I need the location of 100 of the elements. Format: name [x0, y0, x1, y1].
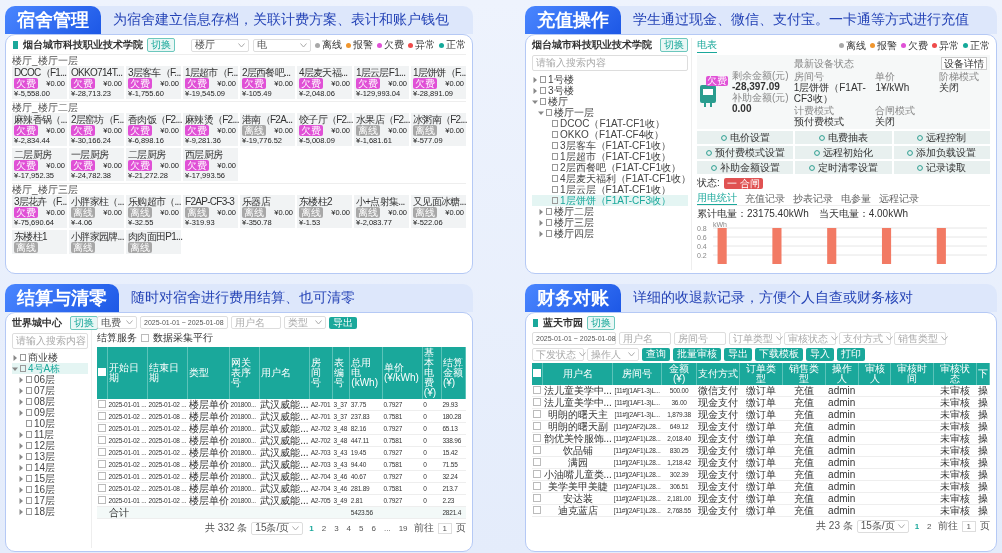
building-select[interactable]: 楼厅	[191, 38, 249, 52]
row-checkbox[interactable]	[533, 506, 542, 514]
sub-tab[interactable]: 电参量	[841, 192, 871, 205]
tree-item[interactable]: 商业楼	[12, 352, 88, 363]
tree-item[interactable]: 楼厅	[532, 96, 688, 107]
tree-item[interactable]: 3层客车（F1AT-CF1收）	[532, 140, 688, 151]
tree-item[interactable]: 楼厅四层	[532, 228, 688, 239]
tree-item[interactable]: 2层西餐吧（F1AT-CF1收）	[532, 162, 688, 173]
row-checkbox[interactable]	[533, 482, 542, 490]
meter-icon	[700, 84, 716, 107]
page-number[interactable]: 2	[925, 521, 934, 531]
action-button[interactable]: 远程控制	[893, 131, 990, 144]
checkbox[interactable]	[141, 334, 149, 342]
tree-item[interactable]: 1层云层（F1AT-CF1收）	[532, 184, 688, 195]
row-checkbox[interactable]	[533, 422, 542, 430]
table-cell: 迪克蓝店	[542, 504, 613, 517]
room-card[interactable]: 小胖家园牌... 离线	[69, 230, 124, 254]
type-select[interactable]: 电费	[97, 316, 137, 329]
sub-tab[interactable]: 抄表记录	[793, 192, 833, 205]
action-button[interactable]: 记录读取	[893, 161, 990, 174]
tree-item[interactable]: 楼厅一层	[532, 107, 688, 118]
row-checkbox[interactable]	[533, 398, 542, 406]
page-number[interactable]: 5	[357, 523, 366, 533]
action-button[interactable]: 预付费模式设置	[697, 146, 794, 159]
tree-item[interactable]: 15层	[12, 473, 88, 484]
room-card[interactable]: 肉肉面田P1... 离线	[126, 230, 181, 254]
status-tag: 离线	[14, 242, 38, 253]
tree-item[interactable]: 12层	[12, 440, 88, 451]
tree-item[interactable]: 09层	[12, 407, 88, 418]
tree-item[interactable]: 1层超市（F1AT-CF1收）	[532, 151, 688, 162]
row-checkbox[interactable]	[98, 412, 107, 420]
tree-item[interactable]: 17层	[12, 495, 88, 506]
row-checkbox[interactable]	[98, 424, 107, 432]
column-header: 操作人	[825, 363, 859, 385]
tree-item[interactable]: 18层	[12, 506, 88, 517]
panel-title: 结算与清零	[5, 284, 119, 312]
tree-item[interactable]: 楼厅二层	[532, 206, 688, 217]
tree-item[interactable]: 3号楼	[532, 85, 688, 96]
tree-item[interactable]: 4层麦天福利（F1AT-CF1收）	[532, 173, 688, 184]
select-all-checkbox[interactable]	[98, 368, 106, 376]
row-checkbox[interactable]	[533, 458, 542, 466]
page-input[interactable]: 1	[961, 520, 976, 532]
page-number[interactable]: 3	[332, 523, 341, 533]
row-checkbox[interactable]	[98, 472, 107, 480]
action-button[interactable]: 添加负载设置	[893, 146, 990, 159]
page-number[interactable]: 4	[344, 523, 354, 533]
row-checkbox[interactable]	[98, 484, 107, 492]
row-checkbox[interactable]	[533, 470, 542, 478]
tree-item[interactable]: 13层	[12, 451, 88, 462]
tree-item[interactable]: 14层	[12, 462, 88, 473]
select-all-checkbox[interactable]	[533, 369, 541, 377]
room-card[interactable]: 东楼柱1 离线	[12, 230, 67, 254]
tree-item[interactable]: 07层	[12, 385, 88, 396]
page-input[interactable]: 1	[437, 522, 452, 534]
legend-label: 正常	[446, 38, 466, 52]
details-button[interactable]: 设备详情	[941, 57, 987, 70]
tree-item[interactable]: OKKO（F1AT-CF4收）	[532, 129, 688, 140]
tree-item[interactable]: 楼厅三层	[532, 217, 688, 228]
row-checkbox[interactable]	[98, 400, 107, 408]
page-number[interactable]: 19	[396, 523, 410, 533]
row-checkbox[interactable]	[98, 436, 107, 444]
tree-item[interactable]: 06层	[12, 374, 88, 385]
page-number[interactable]: ...	[381, 523, 393, 533]
row-checkbox[interactable]	[98, 448, 107, 456]
action-button[interactable]: 电价设置	[697, 131, 794, 144]
caret-icon	[897, 523, 905, 529]
row-checkbox[interactable]	[98, 496, 107, 504]
panel-title: 财务对账	[525, 284, 621, 312]
row-checkbox[interactable]	[533, 410, 542, 418]
page-size-select[interactable]: 15条/页	[251, 521, 304, 535]
tree-item[interactable]: 11层	[12, 429, 88, 440]
row-checkbox[interactable]	[98, 460, 107, 468]
table-cell: 操	[976, 468, 990, 481]
sub-tab[interactable]: 充值记录	[745, 192, 785, 205]
action-button[interactable]: 定时清零设置	[795, 161, 892, 174]
tree-item[interactable]: 08层	[12, 396, 88, 407]
status-link[interactable]: 最新设备状态	[793, 58, 854, 69]
status-tag: 离线	[413, 207, 437, 218]
tree-item[interactable]: 1号楼	[532, 74, 688, 85]
service-tab[interactable]: 结算服务	[97, 331, 137, 345]
table-cell: 楼层单价	[187, 422, 230, 435]
row-checkbox[interactable]	[533, 434, 542, 442]
row-checkbox[interactable]	[533, 386, 542, 394]
page-number[interactable]: 6	[369, 523, 378, 533]
panel-title: 宿舍管理	[5, 6, 101, 34]
tree-item[interactable]: 16层	[12, 484, 88, 495]
row-checkbox[interactable]	[533, 494, 542, 502]
action-button[interactable]: 补助金额设置	[697, 161, 794, 174]
row-checkbox[interactable]	[533, 446, 542, 454]
action-button[interactable]: 远程初始化	[795, 146, 892, 159]
page-size-select[interactable]: 15条/页	[856, 519, 909, 533]
caret-icon	[238, 42, 245, 48]
field-value: 关闭	[939, 82, 961, 93]
tree-item[interactable]: DCOC（F1AT-CF1收）	[532, 118, 688, 129]
room-name: 东楼柱1	[14, 231, 48, 242]
tree-item[interactable]: 10层	[12, 418, 88, 429]
action-button[interactable]: 电费抽表	[795, 131, 892, 144]
page-number[interactable]: 2	[319, 523, 329, 533]
sub-tab[interactable]: 远程记录	[879, 192, 919, 205]
meter-select[interactable]: 电	[253, 38, 311, 52]
